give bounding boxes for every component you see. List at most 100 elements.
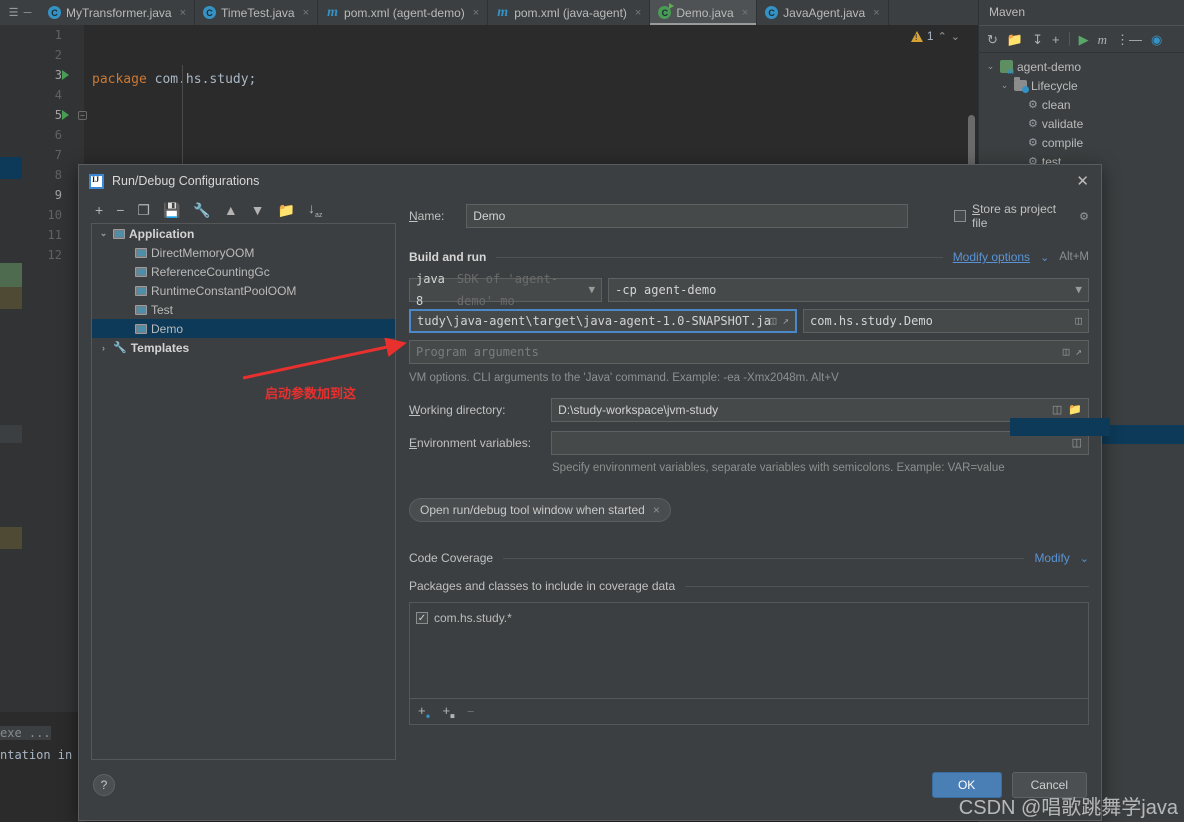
coverage-list-item[interactable]: ✓ com.hs.study.* bbox=[416, 609, 1082, 627]
expand-toggle-icon[interactable]: ⌄ bbox=[999, 80, 1010, 91]
expand-icon[interactable]: ↗ bbox=[782, 310, 789, 332]
close-icon[interactable]: × bbox=[873, 7, 879, 19]
maven-tree-item[interactable]: ⚙ compile bbox=[979, 133, 1184, 152]
main-class-input[interactable]: com.hs.study.Demo ◫ bbox=[803, 309, 1089, 333]
expand-toggle-icon[interactable]: › bbox=[98, 343, 109, 353]
name-input[interactable]: Demo bbox=[466, 204, 909, 228]
download-sources-icon[interactable]: ↧ bbox=[1032, 33, 1043, 46]
modify-options-link[interactable]: Modify options bbox=[953, 250, 1030, 264]
plus-icon[interactable]: + bbox=[1052, 33, 1060, 46]
menu-icon[interactable]: ☰ bbox=[9, 6, 19, 19]
templates-icon: 🔧 bbox=[113, 342, 127, 354]
maven-tree-label: validate bbox=[1041, 116, 1084, 131]
configuration-tree-item[interactable]: Demo bbox=[92, 319, 395, 338]
execute-icon[interactable]: ◉ bbox=[1151, 33, 1162, 46]
remove-icon[interactable]: − bbox=[467, 704, 475, 719]
configuration-tree-item[interactable]: RuntimeConstantPoolOOM bbox=[92, 281, 395, 300]
maven-goal-icon[interactable]: m bbox=[1098, 33, 1107, 46]
jre-combo[interactable]: java 8 SDK of 'agent-demo' mo ▼ bbox=[409, 272, 603, 308]
move-down-icon[interactable]: ▼ bbox=[251, 203, 265, 217]
code-coverage-header: Code Coverage Modify ⌄ bbox=[409, 546, 1089, 570]
close-icon[interactable]: ✕ bbox=[1076, 172, 1091, 190]
add-maven-project-icon[interactable]: 📁 bbox=[1007, 33, 1023, 46]
maven-tree-item[interactable]: ⚙ clean bbox=[979, 95, 1184, 114]
gear-icon: ⚙ bbox=[1028, 137, 1038, 149]
previous-problem-icon[interactable]: ⌃ bbox=[938, 30, 947, 43]
coverage-modify-link[interactable]: Modify bbox=[1034, 551, 1069, 565]
configuration-tree-item[interactable]: ReferenceCountingGc bbox=[92, 262, 395, 281]
plus-icon[interactable]: + bbox=[95, 203, 103, 217]
run-gutter-icon[interactable] bbox=[62, 70, 69, 80]
copy-icon[interactable]: ❐ bbox=[137, 203, 150, 217]
modify-options-chevron-icon[interactable]: ⌄ bbox=[1040, 251, 1049, 264]
classpath-combo[interactable]: -cp agent-demo ▼ bbox=[608, 278, 1089, 302]
configuration-tree-item[interactable]: Test bbox=[92, 300, 395, 319]
lifecycle-folder-icon bbox=[1014, 77, 1029, 93]
gear-icon[interactable]: ⚙ bbox=[1079, 210, 1089, 223]
save-icon[interactable]: 💾 bbox=[163, 203, 180, 217]
intellij-logo-icon bbox=[89, 173, 104, 189]
macros-icon[interactable]: ◫ bbox=[770, 310, 777, 332]
chevron-down-icon[interactable]: ▼ bbox=[1075, 279, 1082, 301]
coverage-item-label: com.hs.study.* bbox=[434, 611, 512, 625]
expand-toggle-icon[interactable]: ⌄ bbox=[98, 228, 109, 239]
macros-icon[interactable]: ◫ bbox=[1063, 341, 1070, 363]
line-number: 11 bbox=[22, 225, 84, 245]
maven-tree-item[interactable]: ⚙ validate bbox=[979, 114, 1184, 133]
edit-templates-icon[interactable]: 🔧 bbox=[193, 203, 210, 217]
store-as-project-file-row[interactable]: Store as project file ⚙ bbox=[954, 202, 1089, 230]
run-icon[interactable]: ▶ bbox=[1079, 33, 1089, 46]
console-line: exe ... bbox=[0, 726, 51, 740]
modify-options-shortcut: Alt+M bbox=[1059, 251, 1089, 263]
move-up-icon[interactable]: ▲ bbox=[224, 203, 238, 217]
close-icon[interactable]: × bbox=[635, 7, 641, 19]
minimize-icon[interactable]: ─ bbox=[24, 7, 32, 19]
store-as-project-file-checkbox[interactable] bbox=[954, 210, 967, 222]
new-folder-icon[interactable]: 📁 bbox=[278, 203, 295, 217]
browse-class-icon[interactable]: ◫ bbox=[1075, 310, 1082, 332]
editor-tab[interactable]: C MyTransformer.java × bbox=[40, 0, 196, 25]
add-package-icon[interactable]: +● bbox=[418, 703, 430, 721]
configurations-tree[interactable]: ⌄ Application DirectMemoryOOM ReferenceCoun… bbox=[91, 223, 396, 760]
open-tool-window-chip[interactable]: Open run/debug tool window when started … bbox=[409, 498, 671, 522]
close-icon[interactable]: × bbox=[473, 7, 479, 19]
chevron-down-icon[interactable]: ⌄ bbox=[1080, 552, 1089, 565]
java-class-icon: C bbox=[203, 6, 217, 19]
coverage-list[interactable]: ✓ com.hs.study.* bbox=[409, 602, 1089, 699]
sort-icon[interactable]: ↓az bbox=[308, 201, 322, 219]
configuration-tree-item[interactable]: › 🔧 Templates bbox=[92, 338, 395, 357]
close-icon[interactable]: × bbox=[742, 7, 748, 19]
program-arguments-input[interactable]: Program arguments ◫ ↗ bbox=[409, 340, 1089, 364]
maven-tree-item[interactable]: ⌄ Lifecycle bbox=[979, 76, 1184, 95]
help-button[interactable]: ? bbox=[93, 774, 115, 796]
chevron-down-icon[interactable]: ▼ bbox=[589, 279, 596, 301]
editor-tab[interactable]: C TimeTest.java × bbox=[195, 0, 319, 25]
editor-tab[interactable]: C Demo.java × bbox=[650, 0, 758, 25]
line-number: 4 bbox=[22, 85, 84, 105]
maven-tree-item[interactable]: ⌄ agent-demo bbox=[979, 57, 1184, 77]
configuration-tree-item[interactable]: DirectMemoryOOM bbox=[92, 243, 395, 262]
jre-classpath-row: java 8 SDK of 'agent-demo' mo ▼ -cp agen… bbox=[409, 272, 1089, 308]
editor-tab[interactable]: m pom.xml (agent-demo) × bbox=[318, 0, 489, 25]
editor-tab[interactable]: m pom.xml (java-agent) × bbox=[488, 0, 651, 25]
inspection-widget[interactable]: 1 ⌃ ⌄ bbox=[910, 29, 960, 43]
configuration-tree-item[interactable]: ⌄ Application bbox=[92, 224, 395, 243]
minus-icon[interactable]: − bbox=[116, 203, 124, 217]
next-problem-icon[interactable]: ⌄ bbox=[951, 30, 960, 43]
add-class-icon[interactable]: +■ bbox=[442, 703, 454, 721]
working-directory-input[interactable]: D:\study-workspace\jvm-study ◫ 📁 bbox=[551, 398, 1089, 422]
close-icon[interactable]: × bbox=[303, 7, 309, 19]
run-gutter-icon[interactable] bbox=[62, 110, 69, 120]
refresh-icon[interactable]: ↻ bbox=[987, 33, 998, 46]
expand-icon[interactable]: ↗ bbox=[1075, 341, 1082, 363]
coverage-item-checkbox[interactable]: ✓ bbox=[416, 612, 428, 624]
expand-toggle-icon[interactable]: ⌄ bbox=[985, 61, 996, 72]
skip-tests-icon[interactable]: ⋮― bbox=[1116, 33, 1142, 46]
close-icon[interactable]: × bbox=[653, 503, 660, 517]
close-icon[interactable]: × bbox=[180, 7, 186, 19]
maven-tree-label: compile bbox=[1041, 135, 1084, 150]
editor-tab[interactable]: C JavaAgent.java × bbox=[757, 0, 889, 25]
line-number: 6 bbox=[22, 125, 84, 145]
environment-variables-input[interactable]: ◫ bbox=[551, 431, 1089, 455]
vm-options-input[interactable]: tudy\java-agent\target\java-agent-1.0-SN… bbox=[409, 309, 797, 333]
